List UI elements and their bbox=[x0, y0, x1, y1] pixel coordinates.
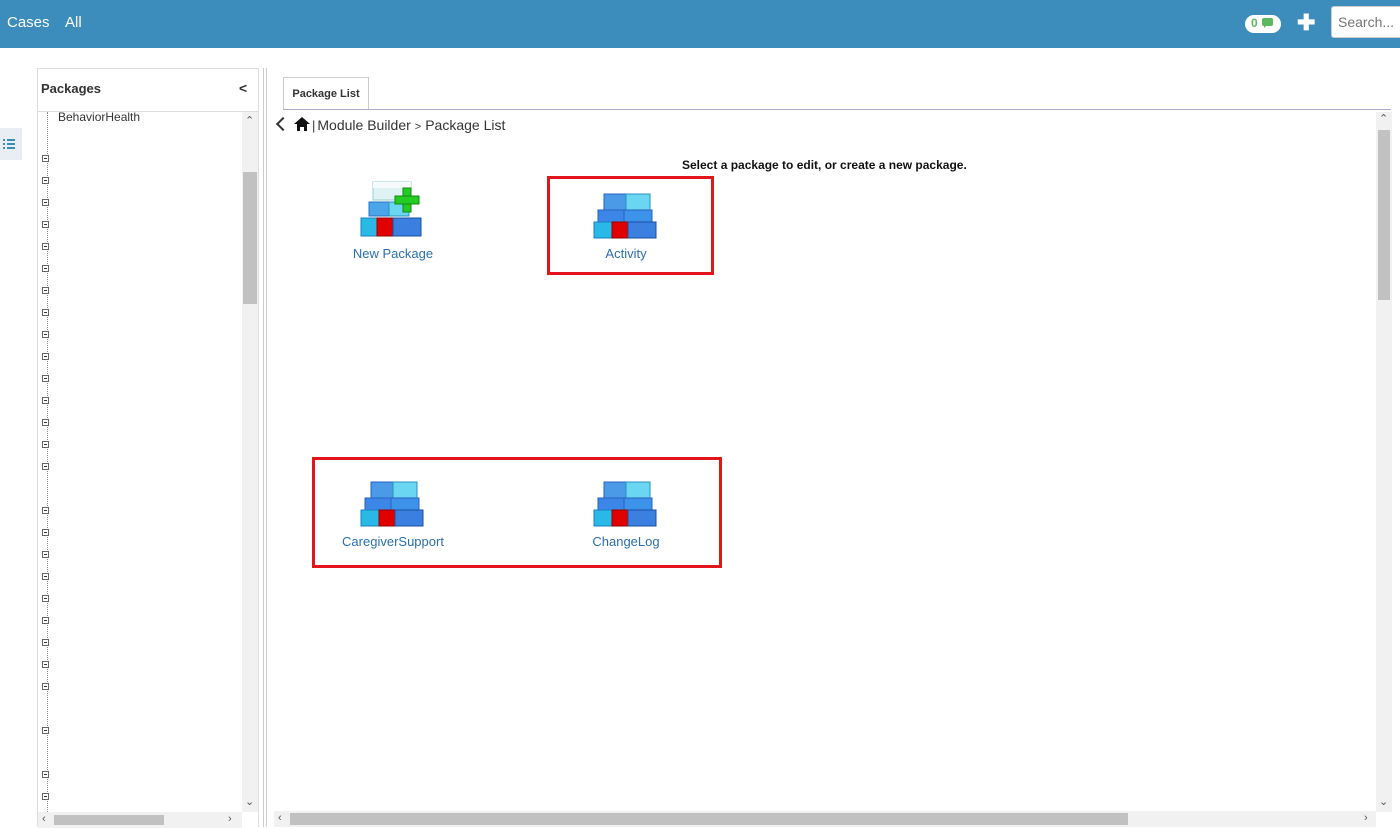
package-label: Activity bbox=[605, 246, 647, 261]
tree-expander[interactable] bbox=[42, 463, 49, 470]
new-package-button[interactable]: New Package bbox=[333, 180, 453, 270]
tree-vertical-scrollbar[interactable]: ⌃ ⌄ bbox=[242, 112, 258, 812]
scroll-left-icon[interactable]: ‹ bbox=[42, 813, 46, 825]
tree-expander[interactable] bbox=[42, 221, 49, 228]
home-icon[interactable] bbox=[294, 117, 310, 131]
tree-expander[interactable] bbox=[42, 375, 49, 382]
package-icon bbox=[360, 481, 424, 527]
breadcrumb-module-builder[interactable]: Module Builder bbox=[317, 117, 410, 133]
package-tree: BehaviorHealth bbox=[38, 112, 242, 812]
tab-underline bbox=[283, 109, 1391, 110]
tree-expander[interactable] bbox=[42, 573, 49, 580]
tree-expander[interactable] bbox=[42, 397, 49, 404]
tree-expander[interactable] bbox=[42, 177, 49, 184]
tree-expander[interactable] bbox=[42, 639, 49, 646]
breadcrumb-arrow: > bbox=[414, 121, 422, 133]
nav-all-link[interactable]: All bbox=[65, 14, 82, 31]
package-label: CaregiverSupport bbox=[342, 534, 444, 549]
package-caregiversupport[interactable]: CaregiverSupport bbox=[333, 478, 453, 568]
tree-guide-line bbox=[47, 112, 48, 812]
packages-panel-header: Packages < bbox=[38, 69, 258, 112]
tree-expander[interactable] bbox=[42, 683, 49, 690]
tree-expander[interactable] bbox=[42, 155, 49, 162]
tree-expander[interactable] bbox=[42, 771, 49, 778]
breadcrumb: | Module Builder > Package List bbox=[275, 116, 506, 133]
main-content: Package List | Module Builder > Package Lis… bbox=[268, 68, 1400, 827]
packages-title: Packages bbox=[41, 81, 101, 96]
top-navbar: Cases All 0 ✚ bbox=[0, 0, 1400, 48]
tree-expander[interactable] bbox=[42, 441, 49, 448]
tree-expander[interactable] bbox=[42, 529, 49, 536]
tree-item-behaviorhealth[interactable]: BehaviorHealth bbox=[58, 112, 140, 124]
panel-splitter[interactable] bbox=[263, 68, 267, 827]
tree-expander[interactable] bbox=[42, 419, 49, 426]
tree-expander[interactable] bbox=[42, 265, 49, 272]
tree-expander[interactable] bbox=[42, 507, 49, 514]
search-input[interactable] bbox=[1331, 6, 1400, 38]
scroll-up-icon[interactable]: ⌃ bbox=[245, 114, 254, 127]
tree-expander[interactable] bbox=[42, 617, 49, 624]
scroll-down-icon[interactable]: ⌄ bbox=[1379, 795, 1388, 808]
chat-bubble-icon bbox=[1262, 18, 1273, 28]
scrollbar-thumb[interactable] bbox=[54, 815, 164, 825]
scroll-up-icon[interactable]: ⌃ bbox=[1379, 112, 1388, 125]
tree-horizontal-scrollbar[interactable]: ‹ › bbox=[38, 812, 242, 828]
scrollbar-thumb[interactable] bbox=[1378, 130, 1390, 300]
notifications-badge[interactable]: 0 bbox=[1245, 15, 1281, 33]
scroll-right-icon[interactable]: › bbox=[228, 813, 232, 825]
breadcrumb-separator: | bbox=[312, 118, 316, 133]
package-icon bbox=[593, 193, 657, 239]
tree-expander[interactable] bbox=[42, 793, 49, 800]
collapse-panel-button[interactable]: < bbox=[239, 80, 247, 96]
new-package-icon bbox=[360, 181, 422, 237]
tree-expander[interactable] bbox=[42, 353, 49, 360]
main-horizontal-scrollbar[interactable]: ‹ › bbox=[274, 811, 1376, 827]
package-label: New Package bbox=[352, 246, 434, 261]
tree-expander[interactable] bbox=[42, 727, 49, 734]
package-changelog[interactable]: ChangeLog bbox=[566, 478, 686, 568]
add-plus-icon[interactable]: ✚ bbox=[1297, 11, 1315, 35]
list-view-toggle[interactable] bbox=[0, 128, 22, 160]
tree-expander[interactable] bbox=[42, 661, 49, 668]
package-icon bbox=[593, 481, 657, 527]
tree-expander[interactable] bbox=[42, 551, 49, 558]
scrollbar-thumb[interactable] bbox=[290, 813, 1128, 825]
nav-cases-link[interactable]: Cases bbox=[7, 14, 50, 31]
tree-expander[interactable] bbox=[42, 309, 49, 316]
scroll-left-icon[interactable]: ‹ bbox=[278, 812, 282, 824]
instruction-text: Select a package to edit, or create a ne… bbox=[682, 158, 967, 172]
tree-expander[interactable] bbox=[42, 287, 49, 294]
back-icon[interactable] bbox=[275, 116, 291, 132]
package-label: ChangeLog bbox=[592, 534, 660, 549]
tree-expander[interactable] bbox=[42, 243, 49, 250]
scrollbar-thumb[interactable] bbox=[243, 172, 257, 304]
tree-expander[interactable] bbox=[42, 595, 49, 602]
package-activity[interactable]: Activity bbox=[566, 190, 686, 280]
packages-panel: Packages < BehaviorHealth ⌃ ⌄ ‹ › bbox=[37, 68, 259, 828]
notification-count: 0 bbox=[1251, 16, 1258, 30]
tree-expander[interactable] bbox=[42, 199, 49, 206]
tab-package-list[interactable]: Package List bbox=[283, 77, 369, 110]
scroll-right-icon[interactable]: › bbox=[1364, 812, 1368, 824]
breadcrumb-current: Package List bbox=[425, 117, 506, 133]
tree-expander[interactable] bbox=[42, 331, 49, 338]
main-vertical-scrollbar[interactable]: ⌃ ⌄ bbox=[1376, 112, 1392, 812]
scroll-down-icon[interactable]: ⌄ bbox=[245, 795, 254, 808]
